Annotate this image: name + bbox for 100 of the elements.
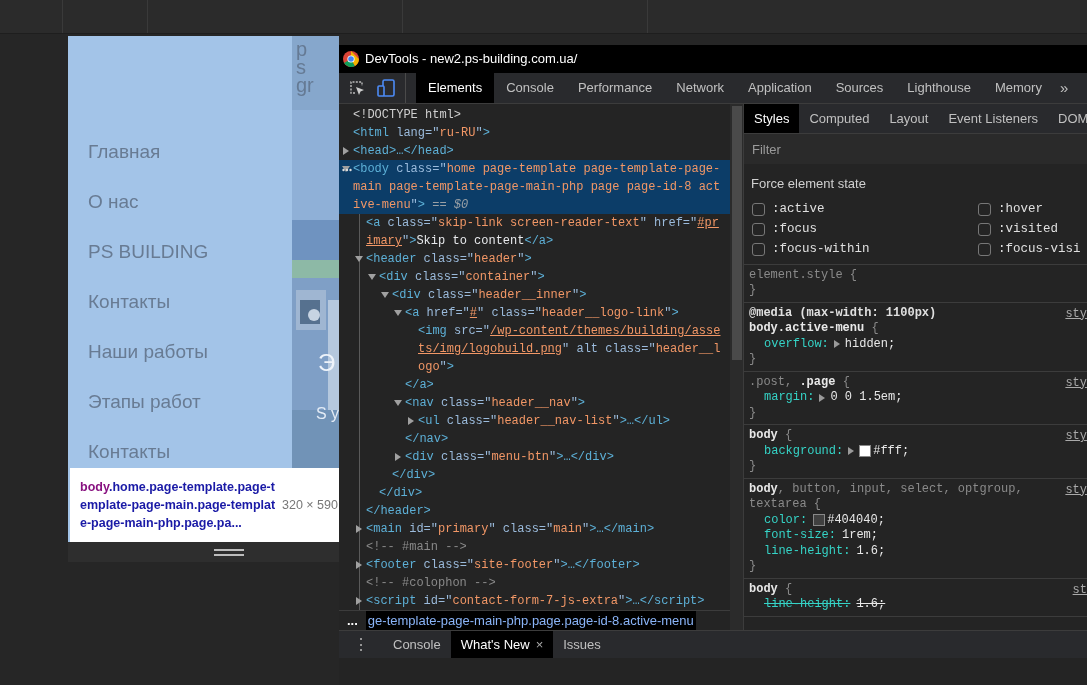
checkbox[interactable] <box>752 223 765 236</box>
collapsed-arrow-icon[interactable] <box>355 597 363 605</box>
sidebar-tab[interactable]: Styles <box>744 104 800 133</box>
closing-brace: } <box>749 405 757 421</box>
dom-row[interactable]: <script id="contact-form-7-js-extra">…</script> <box>339 592 730 610</box>
expanded-arrow-icon[interactable] <box>342 165 350 173</box>
color-swatch[interactable] <box>813 514 826 527</box>
dom-row[interactable]: <a href="#" class="header__logo-link"> <box>339 304 730 322</box>
dom-row[interactable]: <head>…</head> <box>339 142 730 160</box>
drawer-tab[interactable]: What's New × <box>450 631 554 658</box>
expanded-arrow-icon[interactable] <box>355 255 363 263</box>
panel-tab[interactable]: Sources <box>823 73 896 103</box>
dom-row[interactable]: <ul class="header__nav-list">…</ul> <box>339 412 730 430</box>
collapsed-arrow-icon[interactable] <box>394 453 402 461</box>
dom-row[interactable]: <footer class="site-footer">…</footer> <box>339 556 730 574</box>
dom-row[interactable]: <div class="menu-btn">…</div> <box>339 448 730 466</box>
closing-tag: </header> <box>366 502 431 520</box>
collapsed-arrow-icon[interactable] <box>355 525 363 533</box>
checkbox-label: :focus <box>772 221 817 239</box>
checkbox[interactable] <box>978 203 991 216</box>
css-property: margin: <box>764 390 815 406</box>
css-selector: body.active-menu { <box>749 321 879 337</box>
source-link[interactable]: sty <box>1065 375 1087 391</box>
expanded-arrow-icon[interactable] <box>368 273 376 281</box>
css-selector: body, button, input, select, optgroup, textarea { <box>749 481 1024 513</box>
markup-text: <script id="contact-form-7-js-extra">…</script> <box>366 593 706 610</box>
checkbox[interactable] <box>978 243 991 256</box>
dom-row[interactable]: <!DOCTYPE html> <box>339 106 730 124</box>
source-link[interactable]: sty <box>1065 429 1087 445</box>
css-selector: .post, .page { <box>749 374 850 390</box>
css-selector: element.style { <box>749 267 858 283</box>
dom-row[interactable]: <nav class="header__nav"> <box>339 394 730 412</box>
panel-tab[interactable]: Console <box>494 73 566 103</box>
expand-arrow-icon[interactable] <box>833 340 840 349</box>
checkbox-label: :active <box>772 201 825 219</box>
checkbox[interactable] <box>752 243 765 256</box>
expanded-arrow-icon[interactable] <box>394 309 402 317</box>
logo-letter: p <box>296 40 309 58</box>
expand-arrow-icon[interactable] <box>848 447 855 456</box>
drawer-tab[interactable]: Issues <box>553 631 611 658</box>
panel-tab[interactable]: Network <box>664 73 736 103</box>
expanded-arrow-icon[interactable] <box>394 399 402 407</box>
closing-brace: } <box>749 283 757 299</box>
css-value: 1.6; <box>856 597 886 613</box>
closing-brace: } <box>749 459 757 475</box>
color-swatch[interactable] <box>859 445 872 458</box>
markup-text: <main id="primary" class="main">…</main> <box>366 521 656 538</box>
dom-row[interactable]: <img src="/wp-content/themes/building/assets/img/logobuild.png" alt class="header__logo"> <box>339 322 730 376</box>
collapsed-arrow-icon[interactable] <box>355 561 363 569</box>
more-tabs-button[interactable]: » <box>1053 73 1075 103</box>
device-toolbar-icon[interactable] <box>377 79 395 97</box>
dom-row[interactable]: <!-- #colophon --> <box>339 574 730 592</box>
collapsed-arrow-icon[interactable] <box>407 417 415 425</box>
more-icon[interactable] <box>342 168 352 172</box>
panel-tab[interactable]: Elements <box>416 73 495 103</box>
source-link[interactable]: sty <box>1065 306 1087 322</box>
resize-handle-icon[interactable] <box>214 548 244 556</box>
markup-text: <!-- #main --> <box>366 539 468 556</box>
filter-field[interactable]: Filter <box>744 134 1087 164</box>
source-link[interactable]: sty <box>1065 482 1087 498</box>
source-link[interactable]: st <box>1072 582 1087 598</box>
sidebar-tab[interactable]: DOM <box>1048 104 1087 133</box>
checkbox[interactable] <box>978 223 991 236</box>
inspect-icon[interactable] <box>349 80 365 96</box>
checkbox-label: :visited <box>998 221 1058 239</box>
expanded-arrow-icon[interactable] <box>381 291 389 299</box>
css-value: 1.6; <box>856 543 886 559</box>
css-property: background: <box>764 443 844 459</box>
dom-row[interactable]: <main id="primary" class="main">…</main> <box>339 520 730 538</box>
panel-tab[interactable]: Memory <box>982 73 1054 103</box>
dom-row[interactable]: <header class="header"> <box>339 250 730 268</box>
sidebar-tab[interactable]: Computed <box>799 104 880 133</box>
drawer-tab[interactable]: Console <box>383 631 451 658</box>
css-value: 1rem; <box>842 528 879 544</box>
breadcrumb-item[interactable]: ge-template-page-main-php.page.page-id-8.active-menu <box>365 611 696 630</box>
collapsed-arrow-icon[interactable] <box>342 147 350 155</box>
close-icon[interactable]: × <box>535 634 544 655</box>
dom-row[interactable]: <div class="header__inner"> <box>339 286 730 304</box>
sidebar-tab[interactable]: Event Listeners <box>938 104 1049 133</box>
browser-logo-icon <box>343 51 359 67</box>
dom-row[interactable]: <html lang="ru-RU"> <box>339 124 730 142</box>
expand-arrow-icon[interactable] <box>819 393 826 402</box>
panel-tab[interactable]: Application <box>736 73 824 103</box>
drawer-menu-icon[interactable]: ⋮ <box>339 632 383 657</box>
sidebar-tab[interactable]: Layout <box>879 104 939 133</box>
scrollbar-thumb[interactable] <box>731 106 742 360</box>
markup-text: <div class="header__inner"> <box>392 287 588 304</box>
panel-tab[interactable]: Lighthouse <box>895 73 983 103</box>
css-value: hidden; <box>844 336 896 352</box>
css-selector: body { <box>749 428 793 444</box>
closing-tag: </nav> <box>405 430 449 448</box>
panel-tab[interactable]: Performance <box>565 73 665 103</box>
checkbox-label: :focus-visi <box>998 241 1081 259</box>
section-title: Force element state <box>750 175 867 193</box>
element-selector: body.home.page-template.page-template-page-main.page-template-page-main-php.page.pa... <box>80 479 276 532</box>
dom-row[interactable]: <!-- #main --> <box>339 538 730 556</box>
markup-text: <img src="/wp-content/themes/building/assets/img/logobuild.png" alt class="header__logo"> <box>418 323 722 376</box>
breadcrumb-more[interactable]: ... <box>339 610 366 631</box>
dom-row[interactable]: <div class="container"> <box>339 268 730 286</box>
checkbox[interactable] <box>752 203 765 216</box>
